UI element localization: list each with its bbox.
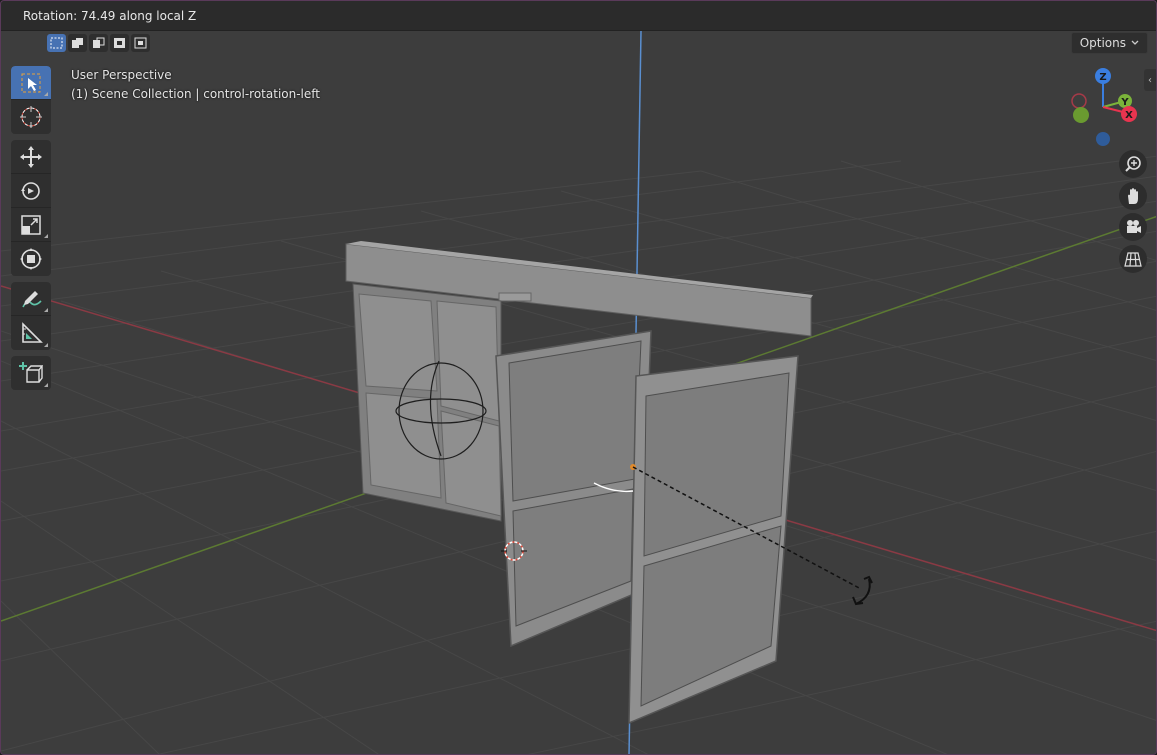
scale-icon[interactable]: [11, 208, 51, 242]
neg-x-icon[interactable]: [1071, 93, 1087, 109]
chevron-down-icon: [1131, 40, 1139, 45]
collection-info: (1) Scene Collection | control-rotation-…: [71, 87, 320, 101]
move-icon[interactable]: [11, 140, 51, 174]
camera-icon[interactable]: [1119, 213, 1147, 241]
select-intersect-icon[interactable]: [131, 34, 150, 52]
measure-icon[interactable]: [11, 316, 51, 350]
sidebar-toggle-icon[interactable]: ‹: [1144, 69, 1156, 91]
viewport-info: User Perspective (1) Scene Collection | …: [71, 66, 320, 104]
navigation-gizmo[interactable]: Y Z X: [1065, 65, 1145, 155]
options-dropdown[interactable]: Options: [1070, 32, 1148, 54]
blender-window: Rotation: 74.49 along local Z User Persp…: [0, 0, 1157, 755]
svg-text:Z: Z: [1099, 72, 1106, 83]
rotation-status-text: Rotation: 74.49 along local Z: [23, 8, 197, 23]
add-cube-icon[interactable]: [11, 356, 51, 390]
pan-hand-icon[interactable]: [1119, 182, 1147, 210]
tool-shelf: [11, 66, 51, 396]
neg-z-icon[interactable]: [1096, 132, 1110, 146]
select-new-icon[interactable]: [47, 34, 66, 52]
select-box-icon[interactable]: [11, 66, 51, 100]
zoom-icon[interactable]: [1119, 150, 1147, 178]
options-label: Options: [1079, 36, 1126, 50]
svg-text:X: X: [1125, 110, 1133, 121]
status-header: Rotation: 74.49 along local Z: [1, 1, 1156, 31]
transform-icon[interactable]: [11, 242, 51, 276]
select-extend-icon[interactable]: [68, 34, 87, 52]
cursor-icon[interactable]: [11, 100, 51, 134]
neg-y-icon[interactable]: [1073, 107, 1089, 123]
view-name: User Perspective: [71, 68, 172, 82]
3d-viewport[interactable]: [1, 31, 1157, 755]
annotate-icon[interactable]: [11, 282, 51, 316]
select-subtract-icon[interactable]: [89, 34, 108, 52]
selection-mode-group: [47, 34, 150, 52]
rotate-icon[interactable]: [11, 174, 51, 208]
door-closer: [498, 292, 532, 302]
select-invert-icon[interactable]: [110, 34, 129, 52]
scene-canvas[interactable]: [1, 31, 1157, 755]
grid-view-icon[interactable]: [1119, 245, 1147, 273]
rotate-cursor-icon: [852, 575, 873, 606]
